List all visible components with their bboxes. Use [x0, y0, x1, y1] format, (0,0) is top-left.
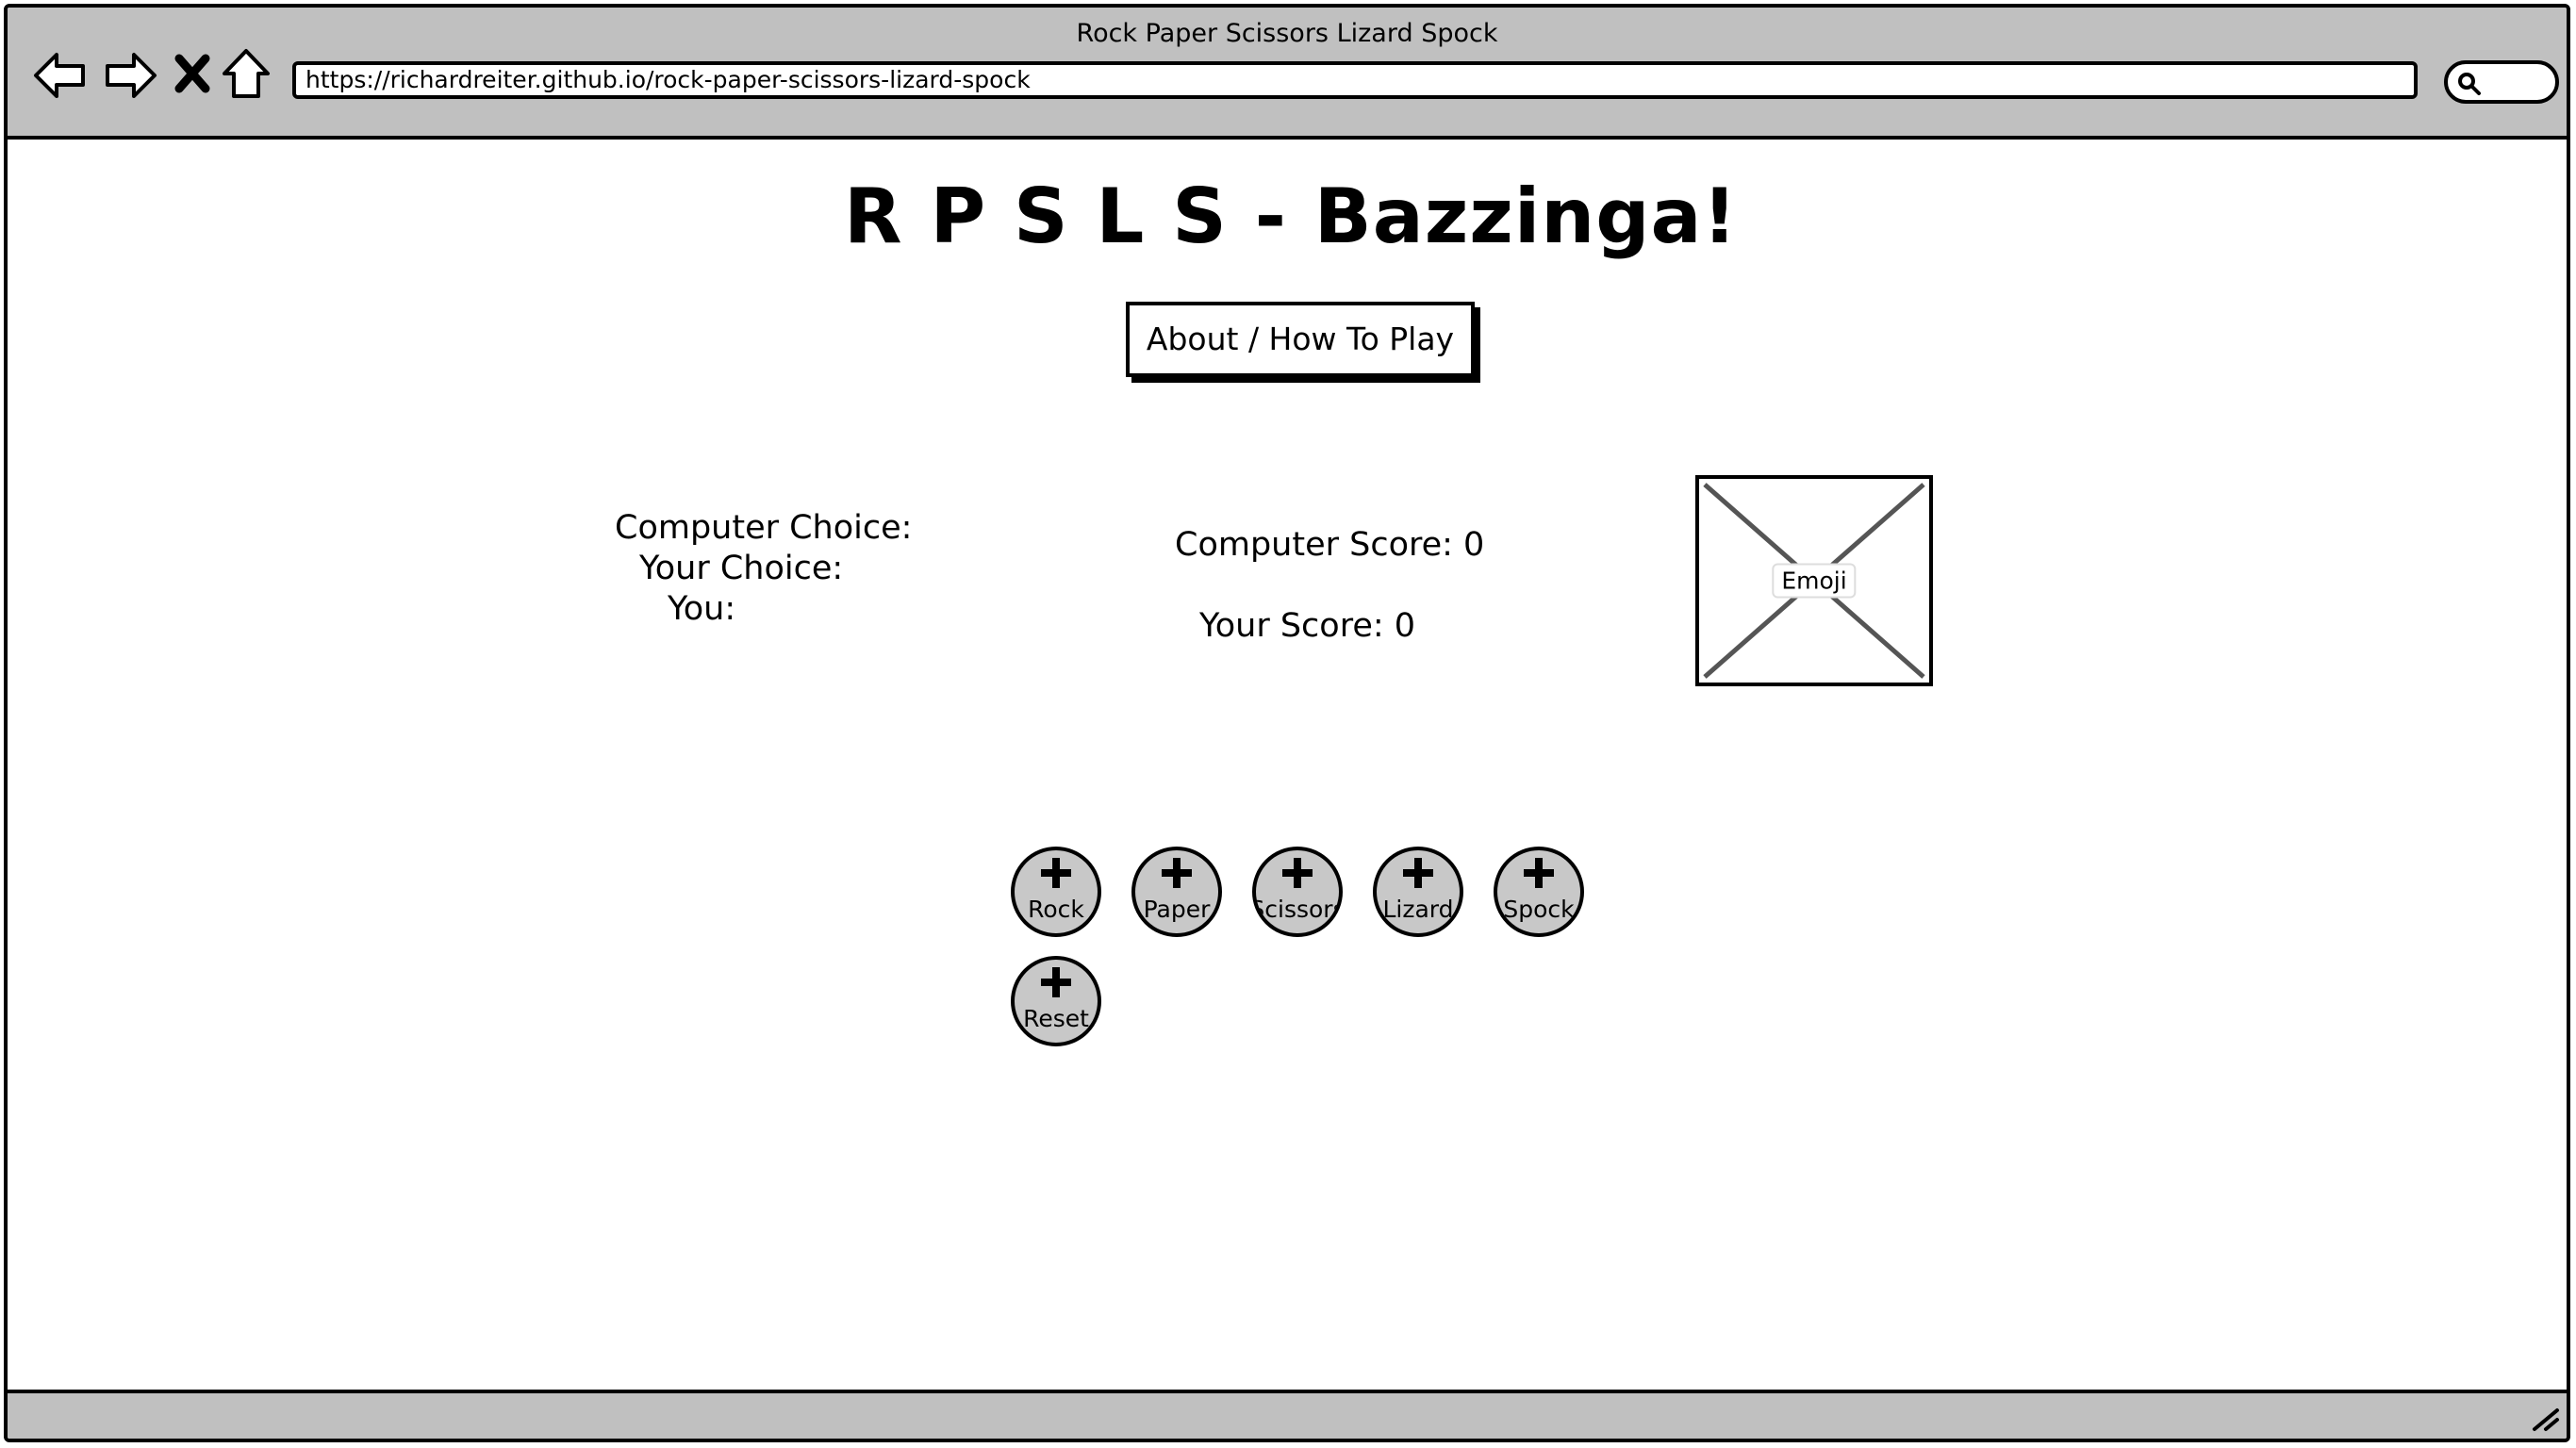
your-choice-label: Your Choice: — [639, 550, 844, 587]
paper-button[interactable]: Paper — [1131, 847, 1222, 937]
plus-icon — [1282, 858, 1313, 888]
resize-grip-icon[interactable] — [2529, 1405, 2561, 1433]
plus-icon — [1041, 967, 1071, 997]
lizard-button[interactable]: Lizard — [1373, 847, 1463, 937]
computer-score: Computer Score: 0 — [1175, 526, 1485, 564]
spock-button[interactable]: Spock — [1494, 847, 1584, 937]
emoji-image-placeholder: Emoji — [1695, 475, 1933, 686]
plus-icon — [1524, 858, 1554, 888]
browser-window: Rock Paper Scissors Lizard Spock https:/… — [4, 4, 2570, 1442]
back-arrow-icon[interactable] — [32, 47, 89, 104]
stop-icon[interactable] — [173, 47, 211, 104]
about-how-to-play-button[interactable]: About / How To Play — [1126, 302, 1475, 377]
plus-icon — [1162, 858, 1192, 888]
scissors-button[interactable]: Scissors — [1252, 847, 1343, 937]
emoji-placeholder-label: Emoji — [1772, 563, 1857, 599]
status-bar — [8, 1390, 2567, 1439]
page-title: R P S L S - Bazzinga! — [844, 173, 1738, 260]
rock-button[interactable]: Rock — [1011, 847, 1101, 937]
plus-icon — [1403, 858, 1433, 888]
forward-arrow-icon[interactable] — [102, 47, 158, 104]
spock-button-label: Spock — [1503, 896, 1575, 923]
browser-search-field[interactable] — [2444, 60, 2559, 104]
browser-toolbar: Rock Paper Scissors Lizard Spock https:/… — [8, 8, 2567, 140]
plus-icon — [1041, 858, 1071, 888]
reset-button[interactable]: Reset — [1011, 956, 1101, 1046]
computer-choice-label: Computer Choice: — [615, 509, 913, 547]
address-bar[interactable]: https://richardreiter.github.io/rock-pap… — [292, 61, 2418, 99]
lizard-button-label: Lizard — [1382, 896, 1454, 923]
reset-button-label: Reset — [1023, 1005, 1089, 1032]
rock-button-label: Rock — [1028, 896, 1084, 923]
your-score: Your Score: 0 — [1199, 607, 1416, 645]
window-title: Rock Paper Scissors Lizard Spock — [1076, 19, 1498, 48]
scissors-button-label: Scissors — [1252, 896, 1343, 923]
paper-button-label: Paper — [1143, 896, 1211, 923]
result-label: You: — [668, 590, 736, 628]
search-icon — [2458, 73, 2481, 95]
home-icon[interactable] — [221, 47, 272, 104]
